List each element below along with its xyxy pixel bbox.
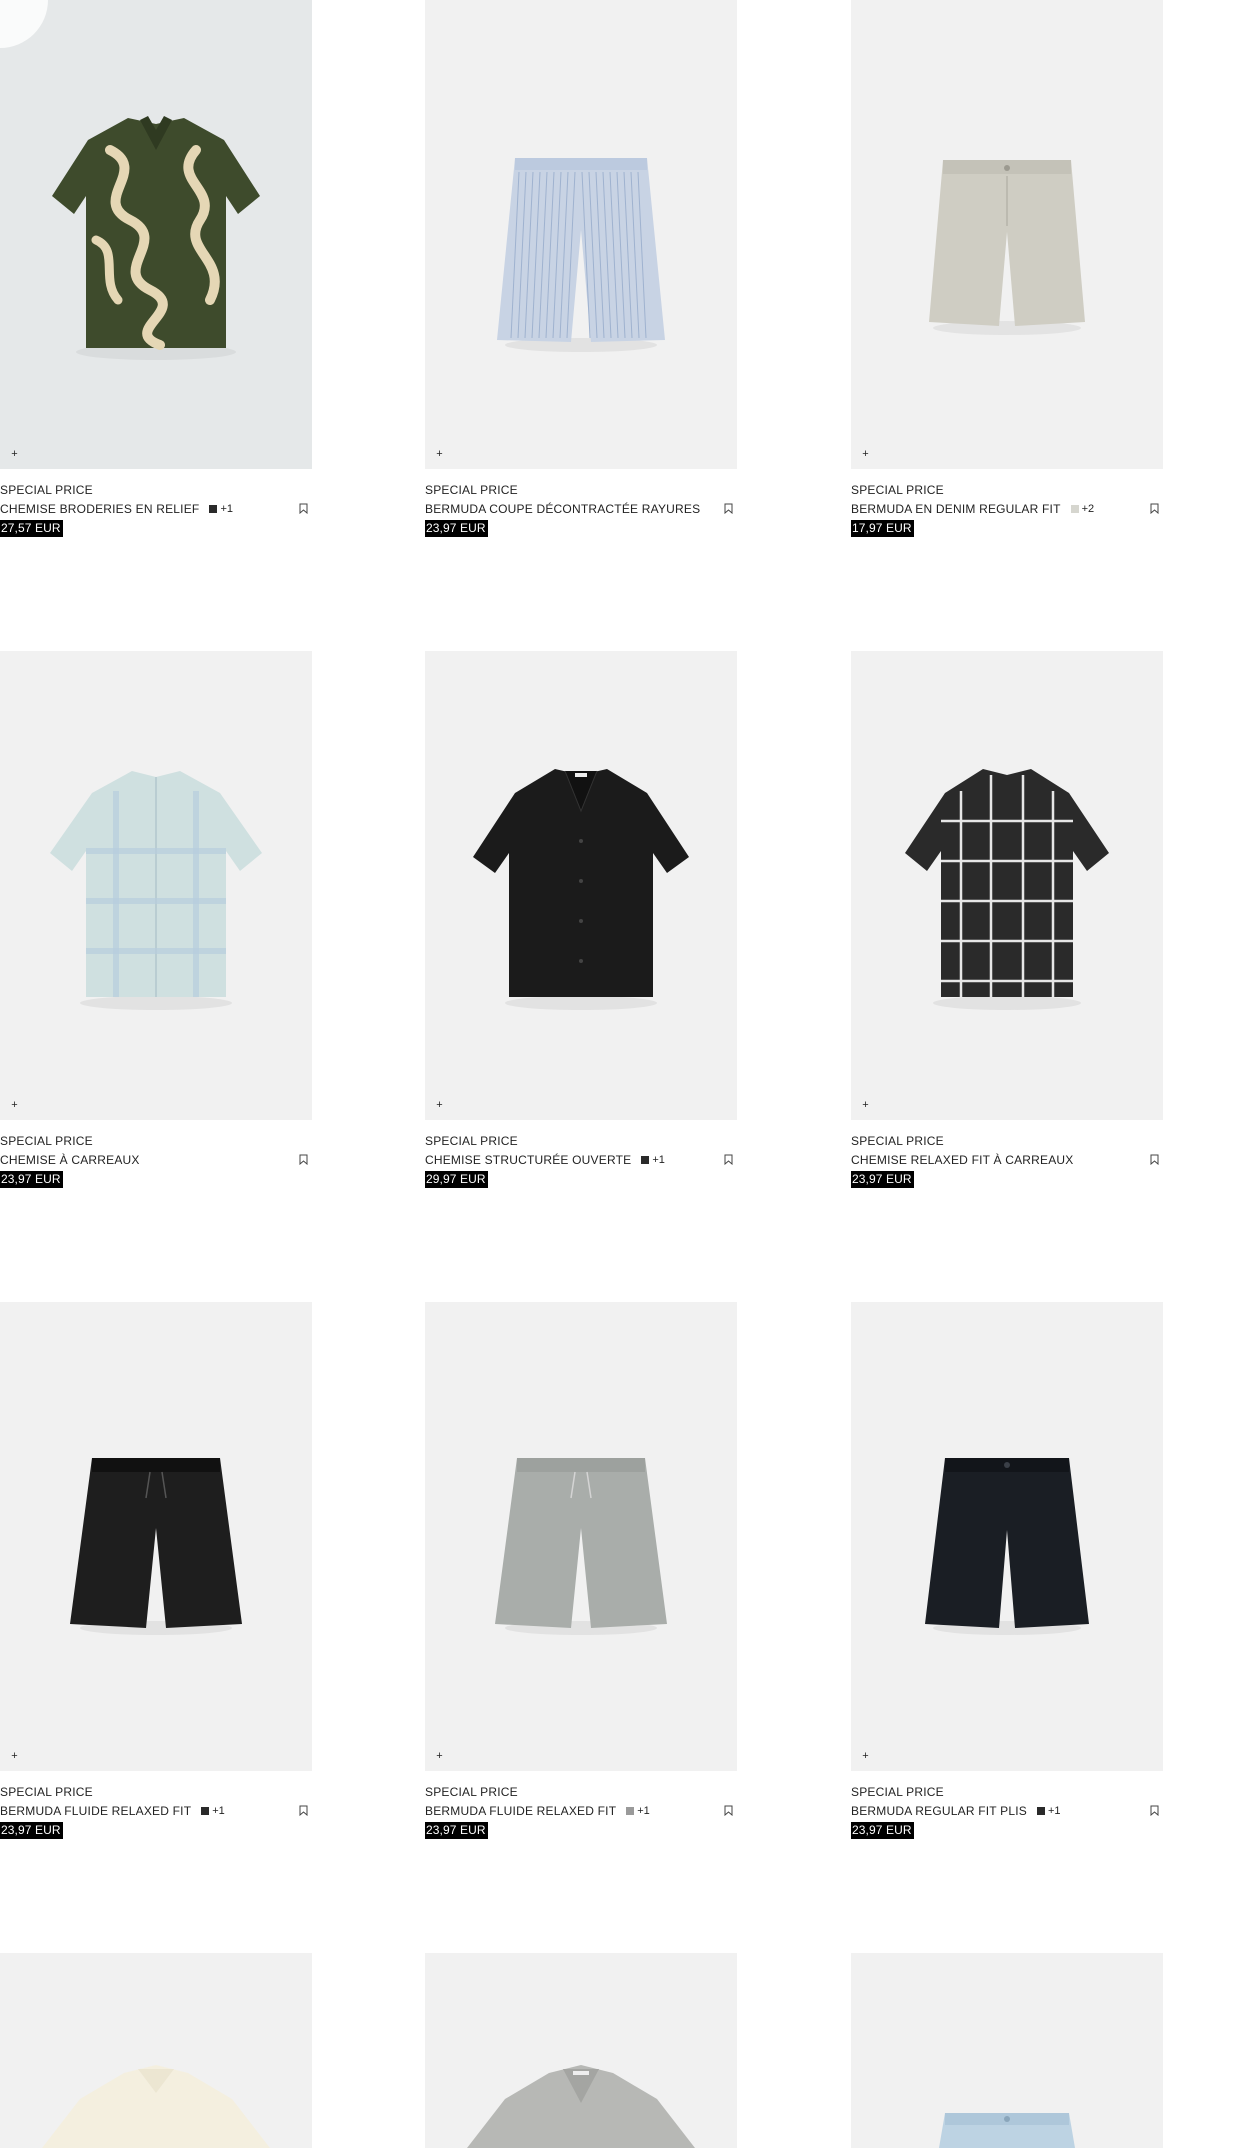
cream-shirt-partial	[42, 2065, 270, 2148]
plus-icon[interactable]: +	[434, 449, 445, 460]
special-price-tag: SPECIAL PRICE	[851, 483, 944, 497]
special-price-tag: SPECIAL PRICE	[0, 1134, 93, 1148]
plus-icon[interactable]: +	[434, 1751, 445, 1762]
product-image[interactable]: +	[851, 1302, 1163, 1771]
price-badge: 27,57 EUR	[0, 520, 63, 537]
product-name[interactable]: CHEMISE BRODERIES EN RELIEF	[0, 502, 199, 516]
price-badge: 23,97 EUR	[0, 1171, 63, 1188]
product-image[interactable]	[851, 1953, 1163, 2148]
bookmark-icon[interactable]	[724, 503, 733, 514]
product-card[interactable]: + SPECIAL PRICE CHEMISE BRODERIES EN REL…	[0, 0, 312, 539]
product-card[interactable]: + SPECIAL PRICE CHEMISE RELAXED FIT À CA…	[851, 651, 1163, 1190]
product-image[interactable]: +	[425, 0, 737, 469]
product-card[interactable]: + SPECIAL PRICE BERMUDA EN DENIM REGULAR…	[851, 0, 1163, 539]
product-card[interactable]: + SPECIAL PRICE CHEMISE STRUCTURÉE OUVER…	[425, 651, 737, 1190]
grey-shirt-partial	[467, 2065, 695, 2148]
product-card[interactable]	[0, 1953, 312, 2148]
product-image[interactable]: +	[0, 651, 312, 1120]
price-badge: 23,97 EUR	[0, 1822, 63, 1839]
more-colors-count: +2	[1081, 503, 1095, 515]
product-name[interactable]: CHEMISE STRUCTURÉE OUVERTE	[425, 1153, 631, 1167]
product-card[interactable]: + SPECIAL PRICE CHEMISE À CARREAUX 23,97…	[0, 651, 312, 1190]
color-swatch[interactable]	[1036, 1807, 1045, 1815]
bookmark-icon[interactable]	[1150, 1154, 1159, 1165]
price-badge: 29,97 EUR	[425, 1171, 488, 1188]
more-colors-count: +1	[220, 503, 233, 515]
beige-denim-shorts	[929, 160, 1085, 335]
special-price-tag: SPECIAL PRICE	[0, 1785, 93, 1799]
price-badge: 23,97 EUR	[851, 1171, 914, 1188]
product-name[interactable]: BERMUDA REGULAR FIT PLIS	[851, 1804, 1027, 1818]
more-colors-count: +1	[637, 1805, 650, 1817]
bookmark-icon[interactable]	[724, 1154, 733, 1165]
light-denim-shorts-partial	[939, 2113, 1075, 2148]
plus-icon[interactable]: +	[9, 449, 20, 460]
more-colors-count: +1	[652, 1154, 665, 1166]
special-price-tag: SPECIAL PRICE	[851, 1134, 944, 1148]
black-fluid-shorts	[70, 1458, 242, 1635]
price-badge: 23,97 EUR	[851, 1822, 914, 1839]
color-swatch[interactable]	[201, 1807, 210, 1815]
product-card[interactable]: + SPECIAL PRICE BERMUDA REGULAR FIT PLIS…	[851, 1302, 1163, 1841]
plus-icon[interactable]: +	[434, 1100, 445, 1111]
product-name[interactable]: CHEMISE À CARREAUX	[0, 1153, 140, 1167]
product-card[interactable]	[851, 1953, 1163, 2148]
product-image[interactable]: +	[851, 0, 1163, 469]
plus-icon[interactable]: +	[860, 1751, 871, 1762]
more-colors-count: +1	[1047, 1805, 1061, 1817]
more-colors-count: +1	[212, 1805, 225, 1817]
special-price-tag: SPECIAL PRICE	[425, 1785, 518, 1799]
product-name[interactable]: BERMUDA EN DENIM REGULAR FIT	[851, 502, 1061, 516]
bookmark-icon[interactable]	[299, 1154, 308, 1165]
product-image[interactable]	[425, 1953, 737, 2148]
color-swatch[interactable]	[626, 1807, 635, 1815]
color-swatch[interactable]	[641, 1156, 650, 1164]
product-name[interactable]: BERMUDA FLUIDE RELAXED FIT	[425, 1804, 616, 1818]
product-card[interactable]	[425, 1953, 737, 2148]
product-name[interactable]: BERMUDA COUPE DÉCONTRACTÉE RAYURES	[425, 502, 700, 516]
plus-icon[interactable]: +	[9, 1100, 20, 1111]
black-white-check-shirt	[905, 769, 1109, 1010]
product-image[interactable]: +	[0, 0, 312, 469]
price-badge: 17,97 EUR	[851, 520, 914, 537]
product-image[interactable]	[0, 1953, 312, 2148]
special-price-tag: SPECIAL PRICE	[851, 1785, 944, 1799]
light-blue-check-shirt	[50, 771, 262, 1010]
green-embroidered-shirt	[52, 116, 260, 360]
product-image[interactable]: +	[851, 651, 1163, 1120]
product-card[interactable]: + SPECIAL PRICE BERMUDA COUPE DÉCONTRACT…	[425, 0, 737, 539]
product-image[interactable]: +	[425, 651, 737, 1120]
grey-fluid-shorts	[495, 1458, 667, 1635]
product-name[interactable]: BERMUDA FLUIDE RELAXED FIT	[0, 1804, 191, 1818]
special-price-tag: SPECIAL PRICE	[425, 483, 518, 497]
price-badge: 23,97 EUR	[425, 1822, 488, 1839]
plus-icon[interactable]: +	[9, 1751, 20, 1762]
special-price-tag: SPECIAL PRICE	[0, 483, 93, 497]
bookmark-icon[interactable]	[1150, 1805, 1159, 1816]
bookmark-icon[interactable]	[724, 1805, 733, 1816]
product-name[interactable]: CHEMISE RELAXED FIT À CARREAUX	[851, 1153, 1074, 1167]
plus-icon[interactable]: +	[860, 449, 871, 460]
special-price-tag: SPECIAL PRICE	[425, 1134, 518, 1148]
product-image[interactable]: +	[0, 1302, 312, 1771]
price-badge: 23,97 EUR	[425, 520, 488, 537]
color-swatch[interactable]	[209, 505, 218, 513]
product-card[interactable]: + SPECIAL PRICE BERMUDA FLUIDE RELAXED F…	[425, 1302, 737, 1841]
bookmark-icon[interactable]	[299, 1805, 308, 1816]
bookmark-icon[interactable]	[1150, 503, 1159, 514]
color-swatch[interactable]	[1070, 505, 1079, 513]
plus-icon[interactable]: +	[860, 1100, 871, 1111]
bookmark-icon[interactable]	[299, 503, 308, 514]
navy-pleated-shorts	[925, 1458, 1089, 1635]
product-card[interactable]: + SPECIAL PRICE BERMUDA FLUIDE RELAXED F…	[0, 1302, 312, 1841]
product-image[interactable]: +	[425, 1302, 737, 1771]
black-textured-shirt	[473, 769, 689, 1010]
